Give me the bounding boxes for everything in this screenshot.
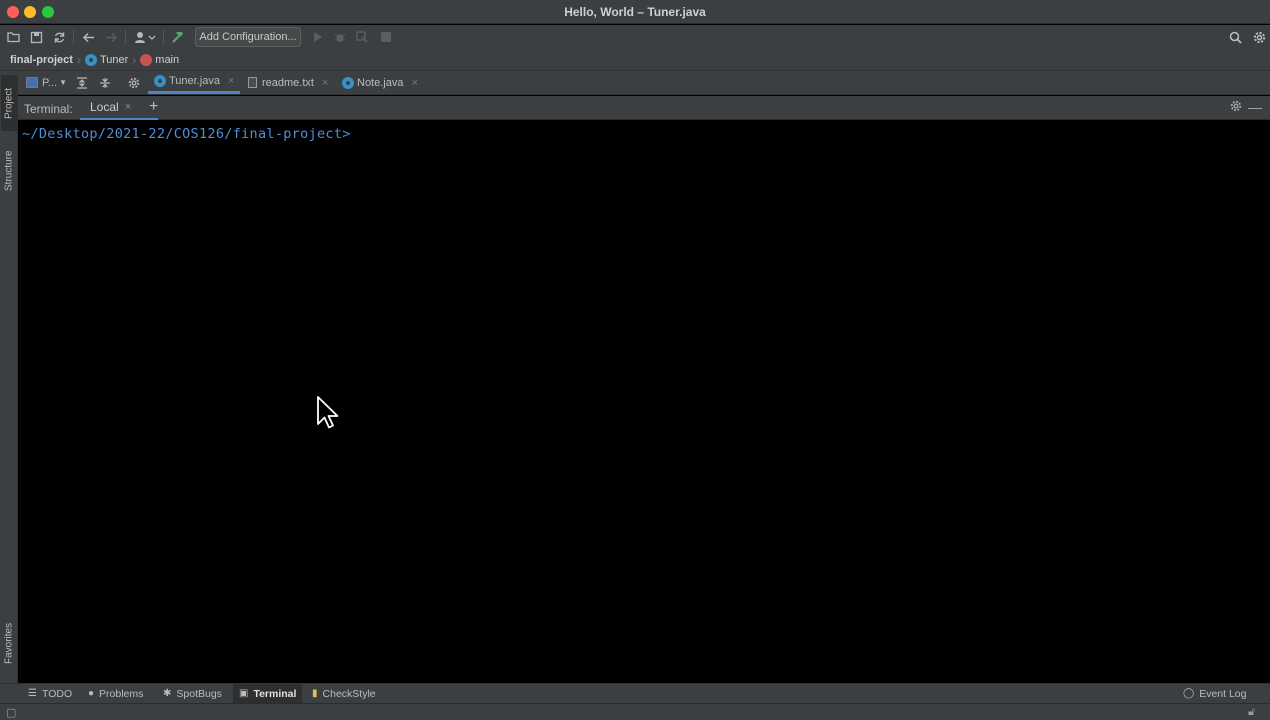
main-toolbar: Add Configuration...: [0, 25, 1270, 49]
java-class-icon: [154, 75, 166, 87]
project-settings-gear-icon[interactable]: [128, 71, 140, 94]
terminal-settings-gear-icon[interactable]: [1230, 100, 1242, 115]
todo-tool-button[interactable]: ☰ TODO: [22, 684, 78, 703]
tool-label: CheckStyle: [322, 687, 376, 700]
coverage-icon[interactable]: [355, 28, 369, 46]
mouse-pointer-icon: [317, 396, 339, 433]
search-icon[interactable]: [1227, 28, 1243, 46]
checkstyle-tool-button[interactable]: ▮ CheckStyle: [306, 684, 382, 703]
terminal-output[interactable]: ~/Desktop/2021-22/COS126/final-project>: [18, 120, 1270, 683]
event-log-label: Event Log: [1199, 687, 1247, 700]
breadcrumb-separator: ›: [132, 52, 137, 67]
event-log-button[interactable]: ◯ Event Log: [1177, 684, 1253, 703]
tab-label: Tuner.java: [169, 75, 220, 87]
tab-note-java[interactable]: Note.java ×: [336, 71, 424, 94]
tool-label: Terminal: [253, 687, 297, 700]
text-file-icon: [248, 77, 257, 88]
tab-label: Note.java: [357, 76, 404, 89]
hide-panel-minus-icon[interactable]: —: [1248, 99, 1262, 115]
terminal-tab-label: Local: [90, 100, 119, 114]
editor-tab-bar: P... ▼ Tuner.java × readme.txt × Note.ja…: [18, 71, 1270, 95]
terminal-tab-local[interactable]: Local ×: [80, 96, 158, 120]
list-icon: ☰: [28, 688, 37, 699]
breadcrumb-project[interactable]: final-project: [10, 54, 73, 66]
window-title: Hello, World – Tuner.java: [564, 5, 706, 19]
back-arrow-icon[interactable]: [80, 28, 96, 46]
open-folder-icon[interactable]: [6, 28, 22, 46]
expand-all-icon[interactable]: [76, 71, 88, 94]
stop-icon[interactable]: [379, 28, 393, 46]
tab-tuner-java[interactable]: Tuner.java ×: [148, 71, 241, 94]
build-hammer-icon[interactable]: [170, 28, 186, 46]
project-view-label: P...: [42, 76, 58, 89]
breadcrumb-separator: ›: [76, 52, 81, 67]
method-icon: [140, 53, 153, 66]
project-tool-tab[interactable]: Project: [1, 75, 17, 131]
save-icon[interactable]: [28, 28, 44, 46]
terminal-tool-button[interactable]: ▣ Terminal: [233, 684, 303, 703]
close-tab-icon[interactable]: ×: [411, 77, 417, 89]
java-class-icon: [84, 53, 97, 66]
favorites-tool-tab[interactable]: Favorites: [1, 613, 17, 673]
debug-icon[interactable]: [333, 28, 347, 46]
terminal-icon: ▣: [239, 688, 249, 699]
tool-label: TODO: [41, 687, 73, 700]
new-terminal-plus-icon[interactable]: +: [149, 98, 158, 116]
project-tool-tab-label: Project: [3, 87, 15, 119]
tool-windows-toggle-icon[interactable]: ▢: [6, 706, 16, 719]
structure-tool-tab-label: Structure: [3, 150, 15, 192]
structure-tool-tab[interactable]: Structure: [1, 141, 17, 201]
title-bar: Hello, World – Tuner.java: [0, 0, 1270, 24]
close-tab-icon[interactable]: ×: [125, 101, 131, 113]
close-tab-icon[interactable]: ×: [228, 75, 234, 87]
terminal-header: Terminal: Local × + —: [18, 96, 1270, 120]
favorites-tool-tab-label: Favorites: [3, 622, 15, 664]
project-view-icon: [26, 77, 38, 88]
checkstyle-icon: ▮: [312, 688, 318, 699]
java-class-icon: [342, 76, 354, 89]
tool-label: Problems: [99, 687, 144, 700]
breadcrumb-method[interactable]: main: [140, 53, 180, 66]
forward-arrow-icon[interactable]: [103, 28, 119, 46]
event-log-icon: ◯: [1183, 688, 1195, 699]
spotbugs-tool-button[interactable]: ✱ SpotBugs: [157, 684, 228, 703]
tool-label: SpotBugs: [176, 687, 222, 700]
bottom-tool-bar: ☰ TODO ● Problems ✱ SpotBugs ▣ Terminal …: [0, 683, 1270, 703]
settings-gear-icon[interactable]: [1251, 28, 1267, 46]
terminal-prompt: ~/Desktop/2021-22/COS126/final-project>: [22, 126, 351, 142]
left-tool-strip: Project Structure Favorites: [0, 71, 18, 683]
problems-tool-button[interactable]: ● Problems: [82, 684, 149, 703]
terminal-title: Terminal:: [24, 102, 73, 116]
breadcrumb-class[interactable]: Tuner: [84, 53, 129, 66]
breadcrumb-method-label: main: [155, 53, 180, 66]
status-bar: ▢ 🔓︎: [0, 703, 1270, 720]
close-tab-icon[interactable]: ×: [322, 77, 328, 89]
tab-label: readme.txt: [262, 76, 314, 89]
sync-icon[interactable]: [51, 28, 67, 46]
lock-icon[interactable]: 🔓︎: [1248, 706, 1255, 719]
breadcrumb-class-label: Tuner: [99, 53, 129, 66]
run-icon[interactable]: [311, 28, 325, 46]
dropdown-arrow-icon: ▼: [59, 78, 68, 87]
breadcrumb: final-project › Tuner › main: [0, 49, 1270, 71]
vcs-user-icon[interactable]: [132, 28, 158, 46]
tab-readme-txt[interactable]: readme.txt ×: [242, 71, 334, 94]
add-configuration-button[interactable]: Add Configuration...: [195, 27, 301, 47]
collapse-all-icon[interactable]: [99, 71, 111, 94]
info-icon: ●: [88, 688, 95, 699]
bug-icon: ✱: [163, 688, 172, 699]
project-view-selector[interactable]: P... ▼: [26, 71, 67, 94]
